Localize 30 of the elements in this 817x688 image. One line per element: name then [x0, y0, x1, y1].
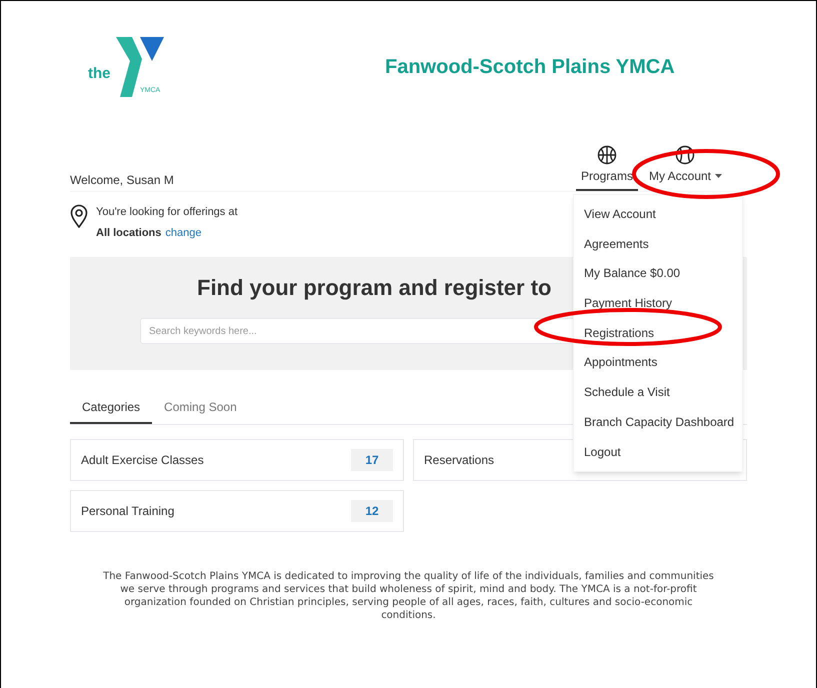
location-text: You're looking for offerings at — [96, 205, 238, 220]
menu-item[interactable]: Registrations — [584, 326, 654, 340]
count-badge: 17 — [351, 449, 393, 471]
site-title: Fanwood-Scotch Plains YMCA — [385, 55, 675, 80]
menu-item[interactable]: My Balance $0.00 — [584, 266, 680, 280]
menu-item[interactable]: Branch Capacity Dashboard — [584, 414, 734, 429]
category-name: Personal Training — [81, 503, 174, 520]
nav-tab[interactable]: My Account — [644, 145, 727, 191]
category-tab[interactable]: Categories — [70, 398, 152, 424]
basketball-icon — [596, 145, 617, 165]
menu-item[interactable]: Agreements — [584, 236, 649, 251]
menu-item[interactable]: Payment History — [584, 296, 672, 310]
hero-title: Find your program and register to — [197, 274, 552, 302]
change-link[interactable]: change — [165, 224, 202, 241]
category-name: Adult Exercise Classes — [81, 452, 204, 469]
location-pin-icon — [70, 204, 88, 228]
ball-icon — [675, 145, 696, 165]
about-paragraph: The Fanwood-Scotch Plains YMCA is dedicated to improving the quality of life of the individuals, families and communities we serve through programs and services that build wholeness of spirit, mind and body. The YMCA is a not-for-profit organization founded on Christian principles, serving people of all ages, races, faith, cultures and socio-economic conditions. — [102, 570, 715, 622]
menu-item[interactable]: Appointments — [584, 355, 658, 370]
category-tab[interactable]: Coming Soon — [152, 398, 249, 424]
location-name: All locations — [96, 226, 162, 240]
menu-item[interactable]: Logout — [584, 444, 621, 458]
count-badge: 12 — [351, 500, 393, 522]
welcome-text: Welcome, Susan M — [70, 172, 174, 189]
category-name: Reservations — [424, 452, 494, 469]
category-card[interactable]: Personal Training 12 — [70, 490, 404, 532]
nav-tab[interactable]: Programs — [576, 145, 638, 191]
menu-item[interactable]: View Account — [584, 207, 656, 221]
menu-item[interactable]: Schedule a Visit — [584, 385, 670, 400]
category-card[interactable]: Adult Exercise Classes 17 — [70, 439, 404, 481]
